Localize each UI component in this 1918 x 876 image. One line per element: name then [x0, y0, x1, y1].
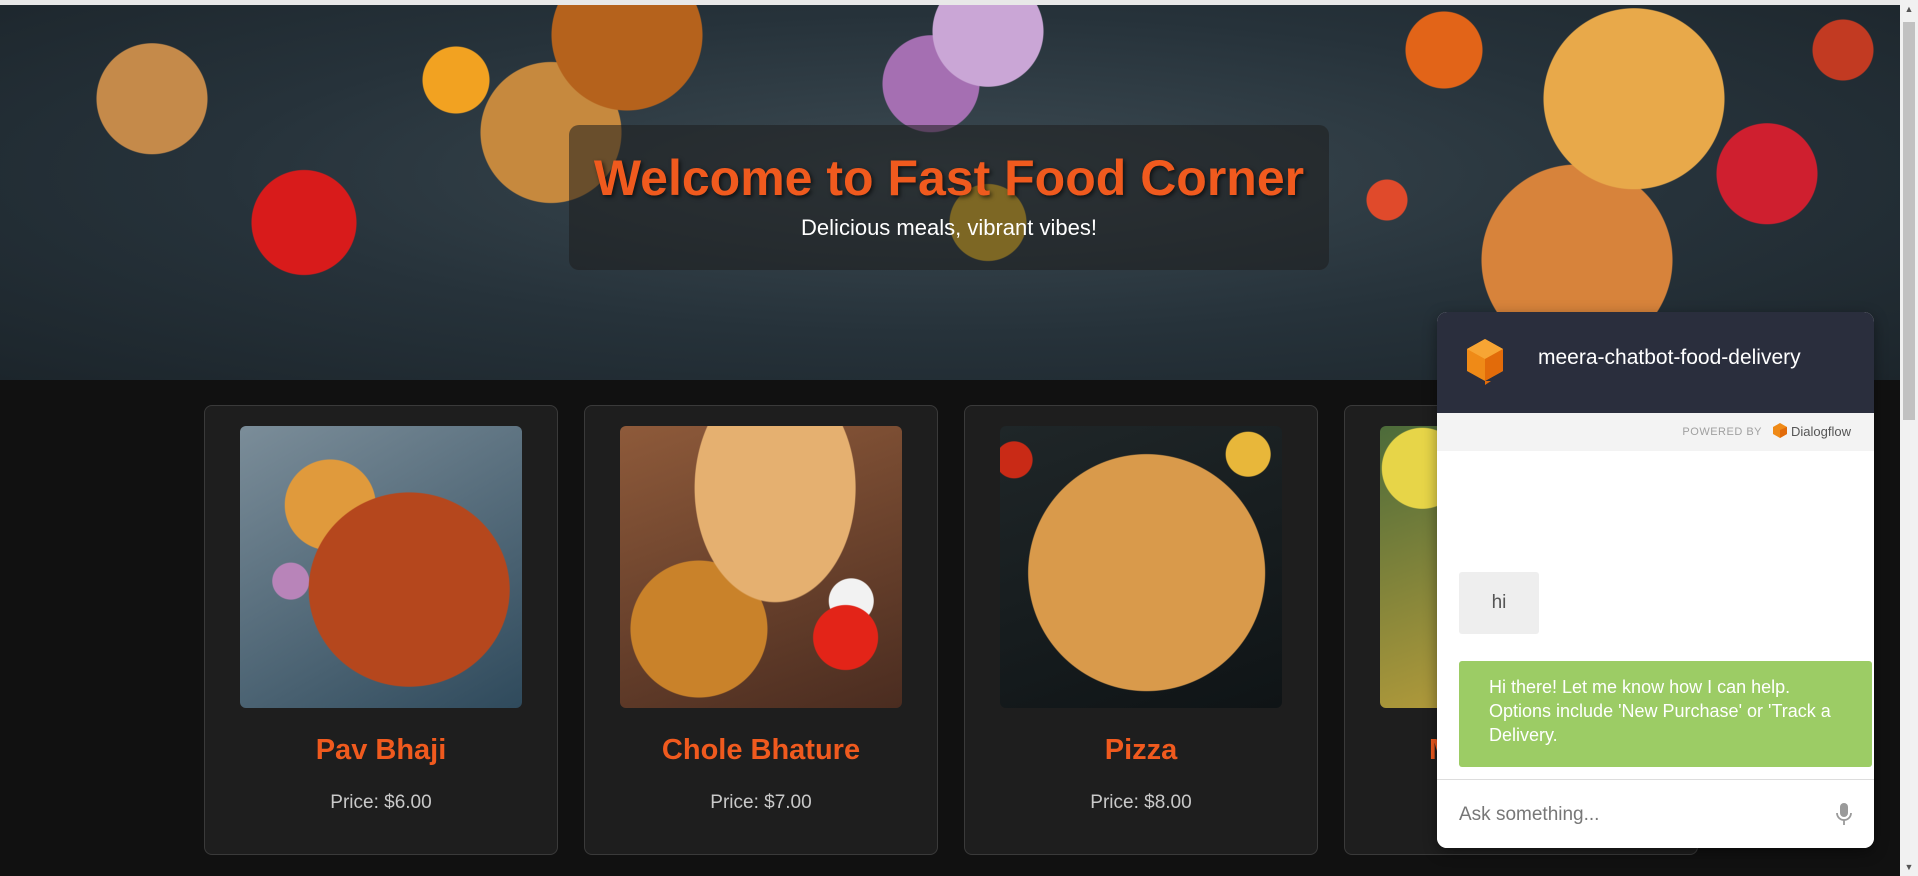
- chatbot-widget: meera-chatbot-food-delivery POWERED BY D…: [1437, 312, 1874, 848]
- user-message: hi: [1459, 572, 1539, 634]
- menu-card-chole-bhature[interactable]: Chole Bhature Price: $7.00: [584, 405, 938, 855]
- menu-card-pav-bhaji[interactable]: Pav Bhaji Price: $6.00: [204, 405, 558, 855]
- powered-by-bar: POWERED BY Dialogflow: [1437, 413, 1874, 451]
- dialogflow-brand-label: Dialogflow: [1791, 423, 1851, 439]
- powered-by-label: POWERED BY: [1682, 426, 1762, 438]
- food-name: Chole Bhature: [661, 734, 861, 766]
- microphone-icon[interactable]: [1836, 802, 1852, 826]
- dialogflow-small-icon: [1773, 423, 1788, 438]
- food-price: Price: $7.00: [710, 792, 812, 813]
- hero-overlay: Welcome to Fast Food Corner Delicious me…: [569, 125, 1329, 270]
- scroll-down-arrow-icon[interactable]: ▼: [1900, 858, 1918, 876]
- hero-title: Welcome to Fast Food Corner: [593, 150, 1305, 206]
- dialogflow-brand[interactable]: Dialogflow: [1773, 423, 1851, 439]
- food-price: Price: $8.00: [1090, 792, 1192, 813]
- hero-subtitle: Delicious meals, vibrant vibes!: [801, 215, 1097, 240]
- food-name: Pav Bhaji: [315, 734, 447, 766]
- food-name: Pizza: [1104, 734, 1178, 766]
- food-image-pizza: [1000, 426, 1282, 708]
- food-price: Price: $6.00: [330, 792, 432, 813]
- page-scrollbar[interactable]: ▲ ▼: [1900, 0, 1918, 876]
- chatbot-title: meera-chatbot-food-delivery: [1538, 346, 1801, 369]
- dialogflow-cube-icon: [1467, 339, 1503, 385]
- chatbot-header[interactable]: meera-chatbot-food-delivery: [1437, 312, 1874, 413]
- chat-input-bar: [1437, 779, 1874, 848]
- scroll-thumb[interactable]: [1903, 22, 1915, 420]
- chat-input[interactable]: [1457, 794, 1811, 836]
- scroll-up-arrow-icon[interactable]: ▲: [1900, 0, 1918, 18]
- food-image-pav-bhaji: [240, 426, 522, 708]
- menu-card-pizza[interactable]: Pizza Price: $8.00: [964, 405, 1318, 855]
- bot-message: Hi there! Let me know how I can help. Op…: [1459, 661, 1872, 767]
- food-image-chole-bhature: [620, 426, 902, 708]
